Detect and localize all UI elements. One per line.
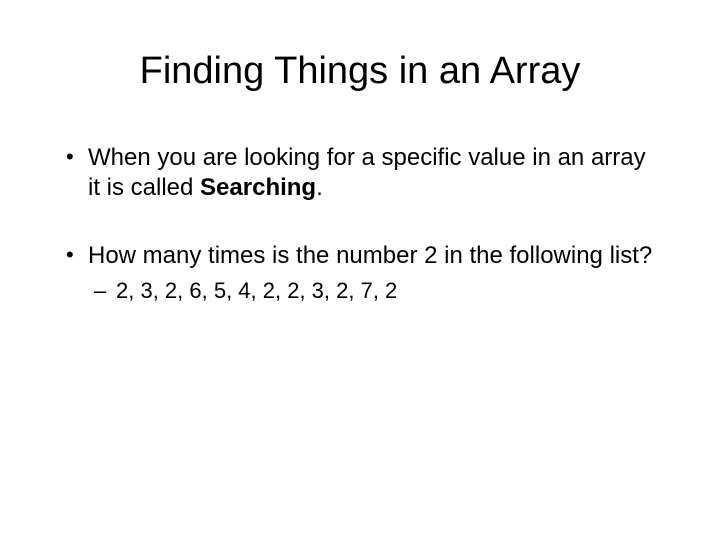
slide-title: Finding Things in an Array [60, 50, 660, 93]
subbullet-item: 2, 3, 2, 6, 5, 4, 2, 2, 3, 2, 7, 2 [88, 277, 660, 305]
bullet-text: How many times is the number 2 in the fo… [88, 242, 652, 269]
bullet-item: How many times is the number 2 in the fo… [60, 241, 660, 305]
bullet-item: When you are looking for a specific valu… [60, 143, 660, 203]
subbullet-list: 2, 3, 2, 6, 5, 4, 2, 2, 3, 2, 7, 2 [88, 277, 660, 305]
slide: Finding Things in an Array When you are … [0, 0, 720, 540]
bullet-list: When you are looking for a specific valu… [60, 143, 660, 305]
bullet-text-after: . [316, 174, 323, 201]
bullet-text-before: When you are looking for a specific valu… [88, 144, 646, 201]
bullet-bold-term: Searching [200, 174, 316, 201]
